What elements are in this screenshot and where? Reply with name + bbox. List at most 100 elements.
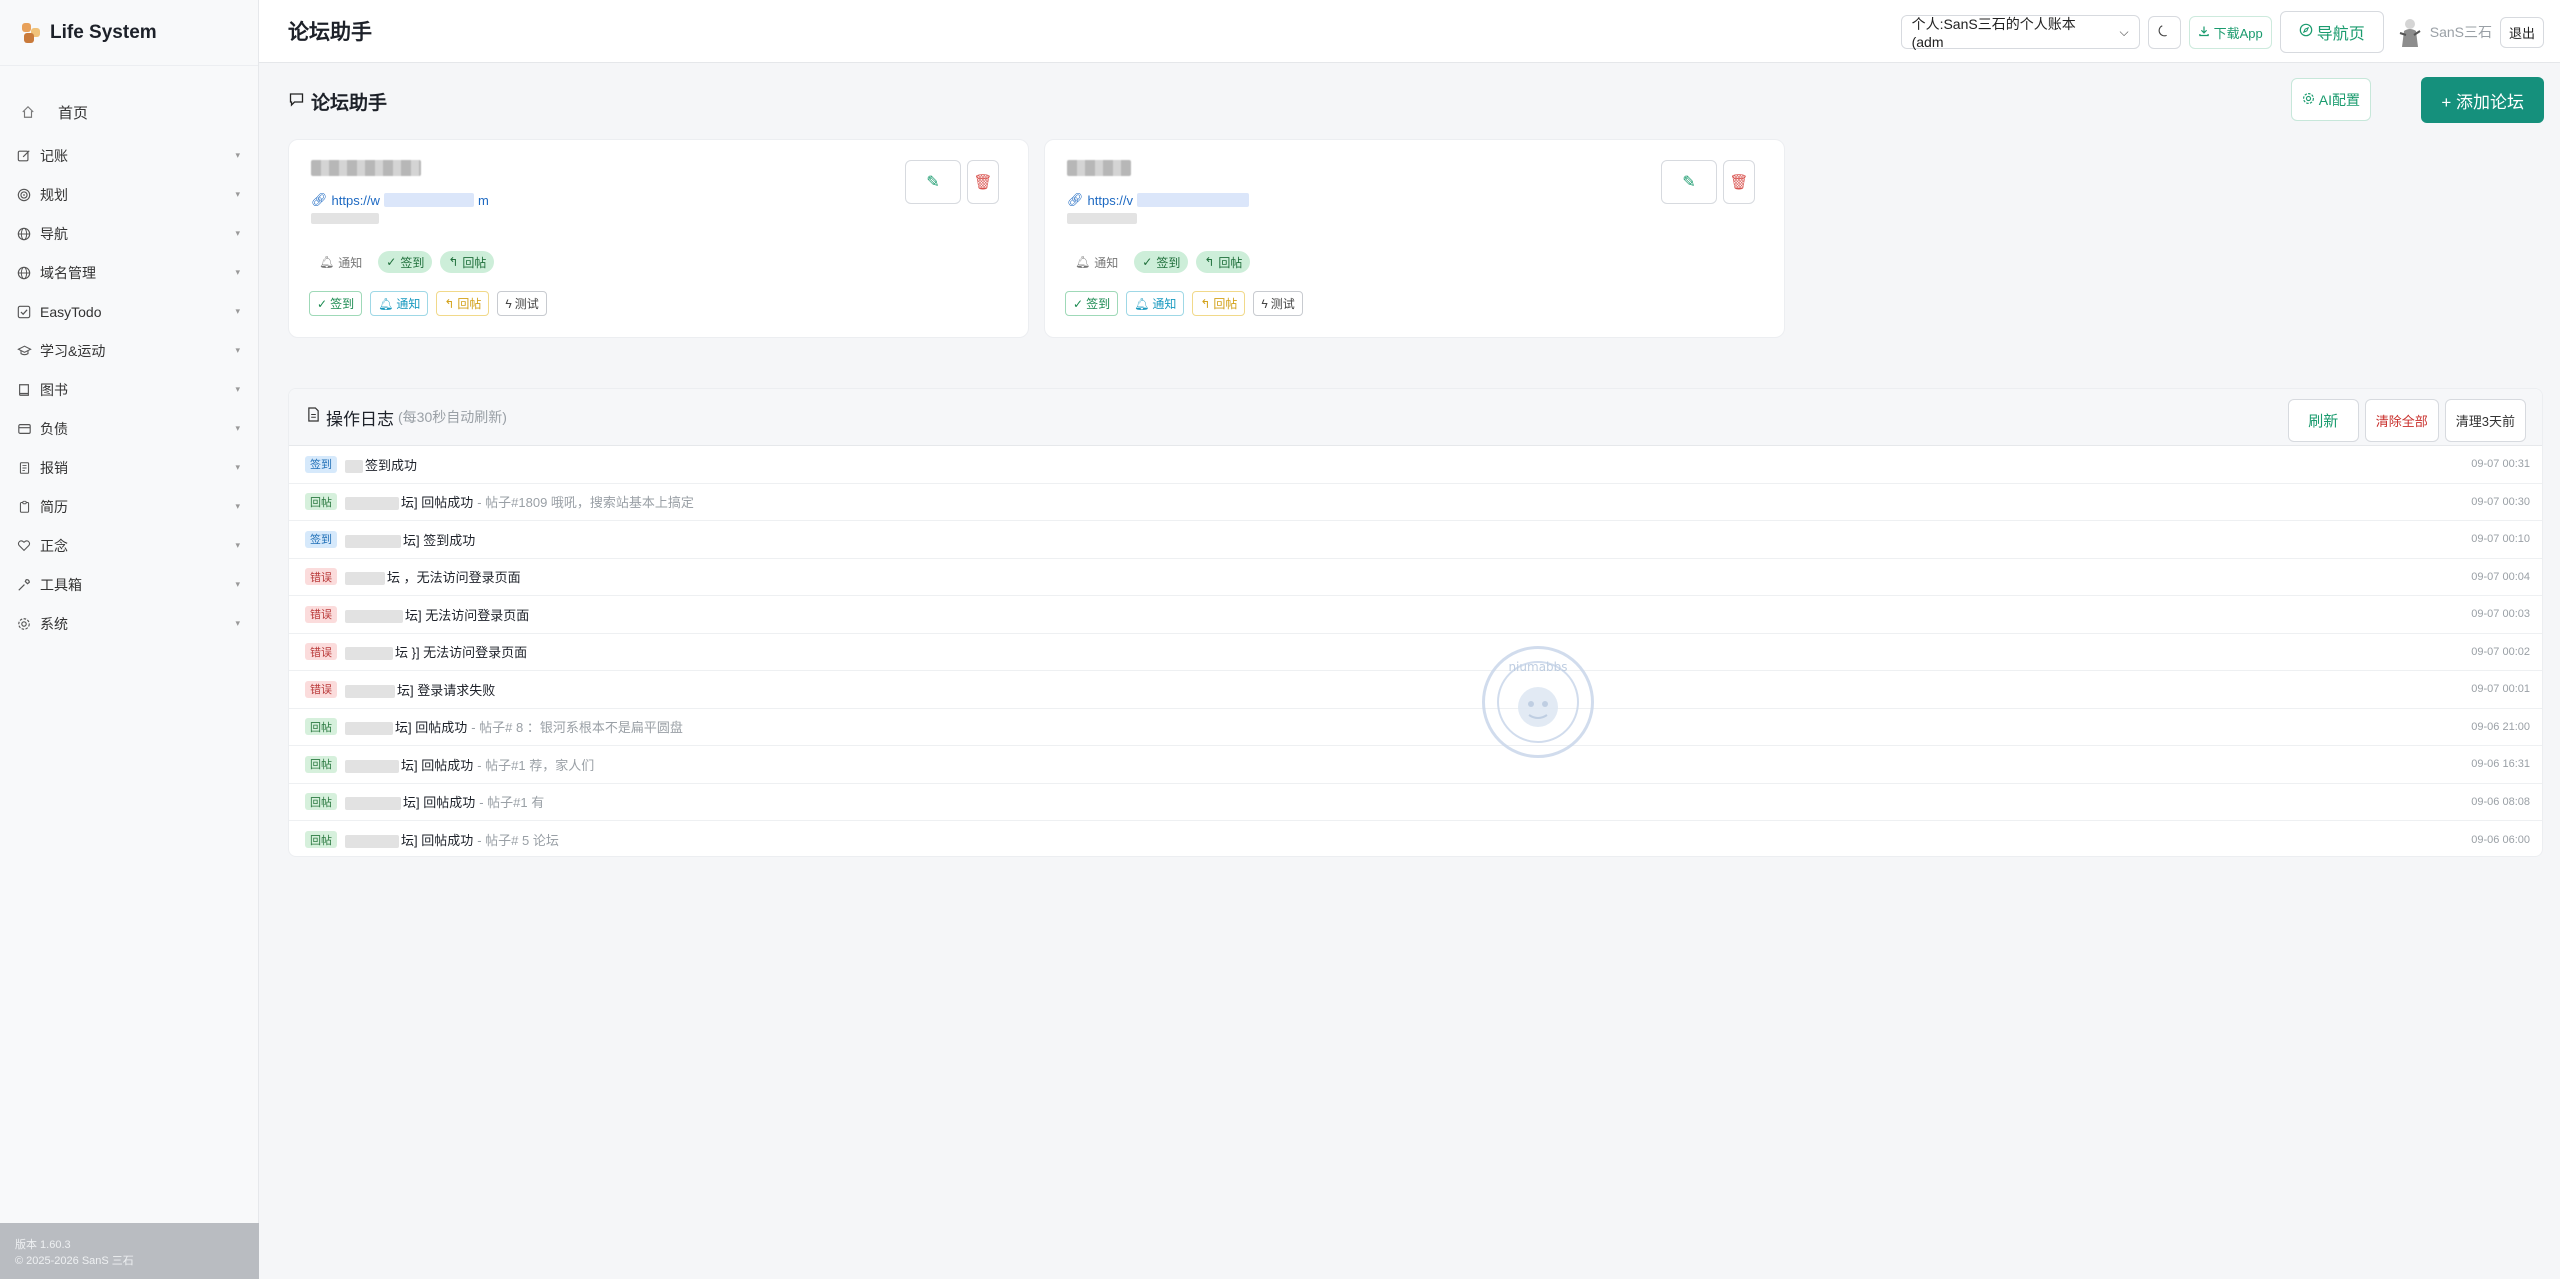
check-circle-icon: ✓ — [317, 296, 328, 311]
forum-url-prefix: https://v — [1087, 192, 1134, 208]
sidebar-item-domains[interactable]: 域名管理 ▾ — [0, 253, 258, 292]
delete-forum-button[interactable]: 🗑︎ — [1723, 160, 1755, 204]
redacted-text — [345, 497, 399, 511]
main-content: 论坛助手 AI配置 + 添加论坛 🔗︎ https://w m ✎ 🗑︎ 🔔︎ 通知… — [259, 64, 2560, 1279]
bell-icon: 🔔︎ — [1075, 255, 1091, 269]
download-app-label: 下载App — [2213, 25, 2263, 41]
sidebar-item-debt[interactable]: 负债 ▾ — [0, 409, 258, 448]
log-row: 错误 坛 ，无法访问登录页面 09-07 00:04 — [289, 559, 2542, 596]
log-time: 09-07 00:10 — [2471, 533, 2530, 546]
notify-button[interactable]: 🔔︎ 通知 — [370, 291, 429, 316]
tag-label: 通知 — [338, 255, 363, 270]
user-menu[interactable]: SanS三石 — [2398, 17, 2492, 47]
sidebar-item-label: 导航 — [40, 225, 68, 242]
log-message-text: 坛] 回帖成功 — [395, 720, 468, 736]
check-circle-icon: ✓ — [1073, 296, 1084, 311]
redacted-text — [345, 722, 393, 736]
chevron-down-icon: ▾ — [235, 423, 240, 433]
globe-icon — [16, 226, 32, 242]
username: SanS三石 — [2429, 24, 2492, 40]
clear-old-button[interactable]: 清理3天前 — [2444, 399, 2526, 442]
log-message: 坛] 登录请求失败 — [345, 680, 495, 699]
add-forum-button[interactable]: + 添加论坛 — [2421, 77, 2544, 123]
sidebar-item-label: 报销 — [40, 459, 68, 476]
trash-icon: 🗑︎ — [1729, 174, 1749, 191]
log-time: 09-07 00:01 — [2471, 683, 2530, 696]
forum-url[interactable]: 🔗︎ https://v — [1067, 192, 1253, 208]
lightning-icon: ϟ — [1261, 296, 1268, 311]
log-row: 签到 坛] 签到成功 09-07 00:10 — [289, 521, 2542, 559]
test-button[interactable]: ϟ 测试 — [1253, 291, 1303, 316]
forum-url[interactable]: 🔗︎ https://w m — [311, 192, 489, 208]
feature-tags: 🔔︎ 通知 ✓ 签到 ↰ 回帖 — [311, 251, 495, 273]
card-actions: ✓ 签到 🔔︎ 通知 ↰ 回帖 ϟ 测试 — [309, 291, 547, 316]
log-detail: - 帖子#1809 哦吼，搜索站基本上搞定 — [477, 495, 694, 511]
log-type-badge: 签到 — [305, 455, 337, 473]
sidebar-item-books[interactable]: 图书 ▾ — [0, 370, 258, 409]
sidebar-item-system[interactable]: 系统 ▾ — [0, 604, 258, 643]
gear-icon — [2302, 92, 2315, 108]
chevron-down-icon: ▾ — [235, 345, 240, 355]
checkin-button[interactable]: ✓ 签到 — [1065, 291, 1119, 316]
sidebar-item-resume[interactable]: 简历 ▾ — [0, 487, 258, 526]
log-message: 坛] 签到成功 — [345, 530, 475, 549]
log-type-badge: 回帖 — [305, 831, 337, 849]
card-icon — [16, 421, 32, 437]
reply-button[interactable]: ↰ 回帖 — [436, 291, 490, 316]
bell-icon: 🔔︎ — [319, 255, 335, 269]
log-message: 坛] 回帖成功 — [345, 492, 473, 511]
sidebar-item-navigation[interactable]: 导航 ▾ — [0, 214, 258, 253]
tag-label: 签到 — [400, 255, 425, 270]
sidebar-item-toolbox[interactable]: 工具箱 ▾ — [0, 565, 258, 604]
reply-icon: ↰ — [1204, 255, 1215, 269]
header-actions: 个人:SanS三石的个人账本 (adm ⌵ 下载App 导航页 SanS三石 退… — [1900, 11, 2544, 53]
test-button[interactable]: ϟ 测试 — [497, 291, 547, 316]
sidebar-item-easytodo[interactable]: EasyTodo ▾ — [0, 292, 258, 331]
log-time: 09-07 00:31 — [2471, 458, 2530, 471]
sidebar-item-reimburse[interactable]: 报销 ▾ — [0, 448, 258, 487]
page-title: 论坛助手 — [288, 21, 372, 44]
theme-toggle-button[interactable] — [2147, 15, 2181, 49]
sidebar-item-planning[interactable]: 规划 ▾ — [0, 175, 258, 214]
tag-label: 回帖 — [462, 255, 487, 270]
sidebar-item-label: 域名管理 — [40, 264, 96, 281]
sidebar: Life System 首页 记账 ▾ 规划 ▾ 导航 ▾ 域名管理 ▾ Eas… — [0, 0, 259, 1279]
edit-forum-button[interactable]: ✎ — [1661, 160, 1717, 204]
feature-tags: 🔔︎ 通知 ✓ 签到 ↰ 回帖 — [1067, 251, 1251, 273]
log-type-badge: 签到 — [305, 530, 337, 548]
operation-log: 操作日志 (每30秒自动刷新) 刷新 清除全部 清理3天前 签到 签到成功 09-0… — [288, 388, 2543, 857]
log-row: 错误 坛] 登录请求失败 09-07 00:01 — [289, 671, 2542, 709]
avatar — [2398, 17, 2422, 47]
forum-url-prefix: https://w — [331, 192, 380, 208]
card-actions: ✓ 签到 🔔︎ 通知 ↰ 回帖 ϟ 测试 — [1065, 291, 1303, 316]
edit-forum-button[interactable]: ✎ — [905, 160, 961, 204]
edit-icon — [16, 148, 32, 164]
refresh-button[interactable]: 刷新 — [2287, 399, 2359, 442]
log-row: 回帖 坛] 回帖成功 - 帖子# 8 ：银河系根本不是扁平圆盘 09-06 21:00 — [289, 709, 2542, 746]
checkin-button[interactable]: ✓ 签到 — [309, 291, 363, 316]
logout-button[interactable]: 退出 — [2499, 16, 2544, 48]
chevron-down-icon: ▾ — [235, 579, 240, 589]
download-app-button[interactable]: 下载App — [2188, 15, 2272, 49]
account-select[interactable]: 个人:SanS三石的个人账本 (adm ⌵ — [1900, 15, 2140, 50]
sidebar-item-study-sport[interactable]: 学习&运动 ▾ — [0, 331, 258, 370]
sidebar-item-home[interactable]: 首页 — [0, 88, 258, 136]
sidebar-item-label: 负债 — [40, 420, 68, 437]
ai-config-button[interactable]: AI配置 — [2290, 78, 2371, 121]
log-list: 签到 签到成功 09-07 00:31 回帖 坛] 回帖成功 - 帖子#1809 哦吼，搜… — [289, 446, 2542, 856]
app-logo-icon — [20, 22, 42, 44]
sidebar-item-bookkeeping[interactable]: 记账 ▾ — [0, 136, 258, 175]
notify-button[interactable]: 🔔︎ 通知 — [1126, 291, 1185, 316]
redacted-text — [345, 835, 399, 849]
brand[interactable]: Life System — [0, 0, 258, 66]
clear-all-button[interactable]: 清除全部 — [2364, 399, 2439, 442]
chevron-down-icon: ▾ — [235, 150, 240, 160]
reply-button[interactable]: ↰ 回帖 — [1192, 291, 1246, 316]
button-label: 测试 — [1270, 297, 1295, 311]
button-label: 签到 — [1086, 297, 1111, 311]
tag-label: 通知 — [1094, 255, 1119, 270]
delete-forum-button[interactable]: 🗑︎ — [967, 160, 999, 204]
log-detail: - 帖子# 8 ：银河系根本不是扁平圆盘 — [471, 720, 683, 736]
sidebar-item-mindfulness[interactable]: 正念 ▾ — [0, 526, 258, 565]
nav-page-button[interactable]: 导航页 — [2279, 11, 2384, 53]
